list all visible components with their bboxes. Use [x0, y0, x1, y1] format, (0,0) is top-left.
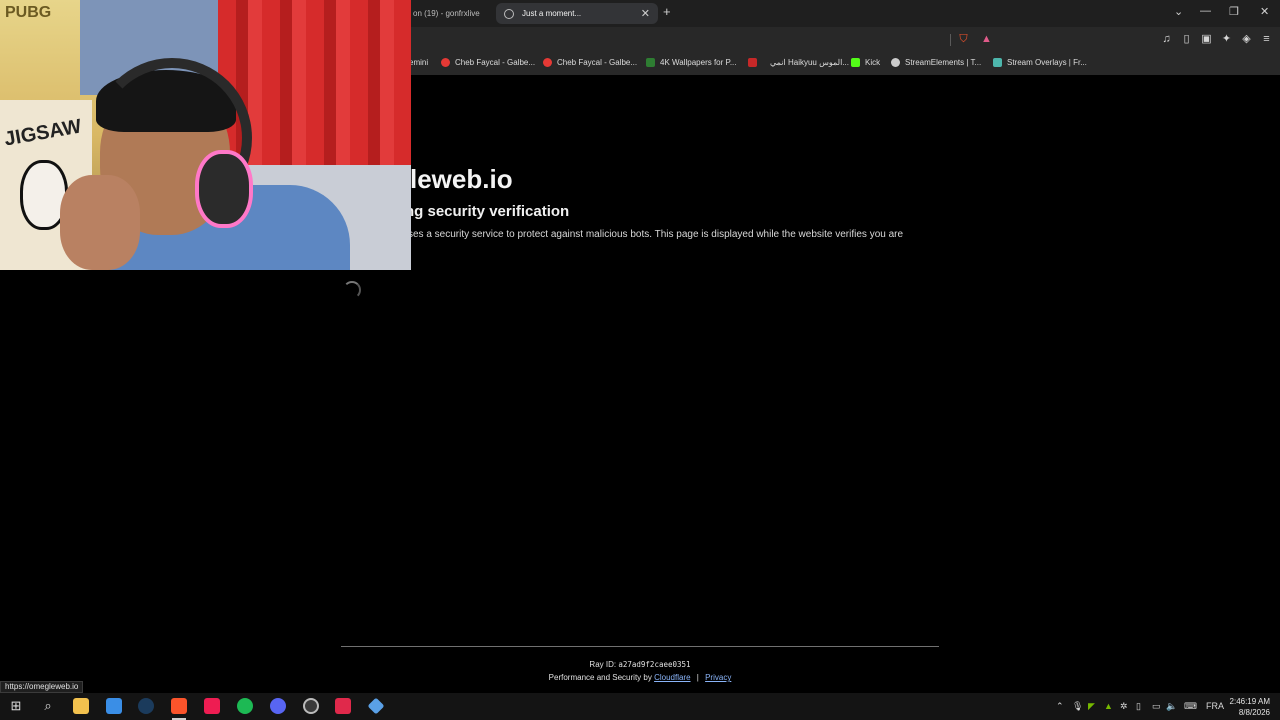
- sidebar-icon[interactable]: ▯: [1180, 33, 1193, 46]
- bookmark-streamelements[interactable]: StreamElements | T...: [891, 58, 981, 67]
- bookmark-haikyuu[interactable]: انمي Haikyuu الموس...: [770, 58, 849, 67]
- tab-just-a-moment[interactable]: Just a moment... ✕: [496, 3, 658, 24]
- webcam-logo: PUBG: [5, 4, 52, 21]
- steam-icon[interactable]: [138, 698, 154, 714]
- tab-title: on (19) - gonfrxlive: [413, 9, 480, 18]
- clock-time: 2:46:19 AM: [1229, 697, 1270, 706]
- page-description: ses a security service to protect agains…: [408, 229, 904, 240]
- overlay-icon: [993, 58, 1002, 67]
- youtube-icon: [441, 58, 450, 67]
- site-icon: [748, 58, 757, 67]
- tab-gonfrxlive[interactable]: on (19) - gonfrxlive: [405, 3, 493, 24]
- volume-icon[interactable]: 🔈: [1166, 701, 1177, 712]
- app-t-icon[interactable]: [335, 698, 351, 714]
- ray-id-value: a27ad9f2caee0351: [618, 660, 691, 669]
- settings-gear-icon[interactable]: ✲: [1120, 701, 1128, 712]
- microsoft-store-icon[interactable]: [106, 698, 122, 714]
- restore-button[interactable]: ❐: [1229, 5, 1239, 18]
- bookmark-red-site[interactable]: [748, 58, 762, 67]
- bookmark-cheb-faycal-1[interactable]: Cheb Faycal - Galbe...: [441, 58, 535, 67]
- globe-icon: [504, 8, 514, 19]
- status-bar-url: https://omegleweb.io: [0, 681, 84, 693]
- menu-icon[interactable]: ≡: [1260, 33, 1273, 46]
- tiktok-icon[interactable]: [204, 698, 220, 714]
- webcam-headset-earcup: [195, 150, 253, 228]
- brave-icon[interactable]: [171, 698, 187, 714]
- bookmark-4k-wallpapers[interactable]: 4K Wallpapers for P...: [646, 58, 736, 67]
- minimize-button[interactable]: —: [1200, 5, 1211, 17]
- vpn-icon[interactable]: ◈: [1240, 33, 1253, 46]
- clock-date: 8/8/2026: [1238, 708, 1270, 717]
- tab-title: Just a moment...: [522, 9, 582, 18]
- bookmark-stream-overlays[interactable]: Stream Overlays | Fr...: [993, 58, 1087, 67]
- webcam-overlay: PUBG JIGSAW: [0, 0, 411, 270]
- webcam-person-hand: [60, 175, 140, 270]
- brave-rewards-icon[interactable]: ▲: [980, 33, 993, 46]
- brave-shield-icon[interactable]: ⛉: [957, 33, 970, 46]
- cloudflare-link[interactable]: Cloudflare: [654, 673, 690, 682]
- tray-app-icon[interactable]: ▲: [1104, 701, 1113, 711]
- keyboard-icon[interactable]: ⌨: [1184, 701, 1197, 712]
- media-icon[interactable]: ♫: [1160, 33, 1173, 46]
- system-clock[interactable]: 2:46:19 AM 8/8/2026: [1230, 696, 1270, 718]
- network-icon[interactable]: ▭: [1152, 701, 1161, 712]
- tab-list-chevron-icon[interactable]: ⌄: [1174, 5, 1183, 18]
- close-tab-icon[interactable]: ✕: [641, 7, 650, 20]
- obs-icon[interactable]: [303, 698, 319, 714]
- leo-ai-icon[interactable]: ✦: [1220, 33, 1233, 46]
- spotify-icon[interactable]: [237, 698, 253, 714]
- close-window-button[interactable]: ✕: [1260, 5, 1269, 18]
- performance-text: Performance and Security by: [548, 673, 652, 682]
- windows-start-icon[interactable]: ⊞: [8, 698, 24, 714]
- microphone-icon[interactable]: 🎙: [1072, 701, 1083, 712]
- wallpaper-icon: [646, 58, 655, 67]
- discord-icon[interactable]: [270, 698, 286, 714]
- footer-separator: |: [696, 673, 699, 682]
- anchor-icon: [891, 58, 900, 67]
- page-title: leweb.io: [410, 164, 513, 194]
- kick-icon: [851, 58, 860, 67]
- file-explorer-icon[interactable]: [73, 698, 89, 714]
- bookmark-kick[interactable]: Kick: [851, 58, 880, 67]
- privacy-link[interactable]: Privacy: [705, 673, 731, 682]
- tray-chevron-icon[interactable]: ⌃: [1056, 701, 1064, 712]
- bookmark-gemini[interactable]: emini: [409, 58, 428, 67]
- youtube-icon: [543, 58, 552, 67]
- ray-id-line: Ray ID: a27ad9f2caee0351: [0, 660, 1280, 669]
- page-subtitle: ng security verification: [405, 203, 570, 220]
- bookmark-cheb-faycal-2[interactable]: Cheb Faycal - Galbe...: [543, 58, 637, 67]
- toolbar-divider: [950, 34, 951, 46]
- loading-spinner-icon: [343, 281, 361, 299]
- new-tab-button[interactable]: +: [663, 4, 671, 19]
- usb-icon[interactable]: ▯: [1136, 701, 1141, 712]
- search-icon[interactable]: ⌕: [40, 698, 56, 714]
- wallet-icon[interactable]: ▣: [1200, 33, 1213, 46]
- footer-divider: [341, 646, 939, 647]
- ray-id-label: Ray ID:: [589, 660, 617, 669]
- poster-text: JIGSAW: [2, 115, 84, 151]
- performance-line: Performance and Security by Cloudflare |…: [0, 673, 1280, 682]
- language-indicator[interactable]: FRA: [1206, 701, 1224, 711]
- nvidia-icon[interactable]: ◤: [1088, 701, 1095, 712]
